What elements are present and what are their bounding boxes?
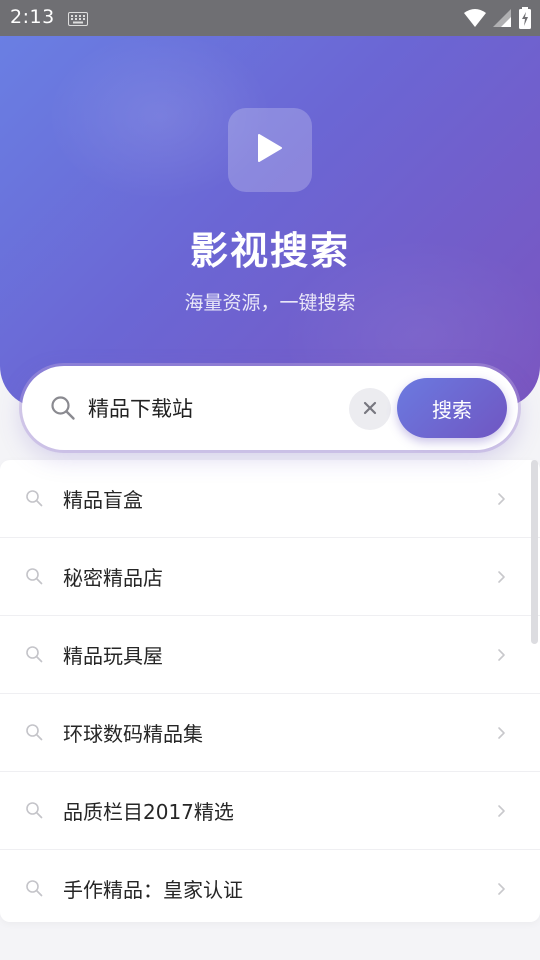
search-bar: 搜索 [22, 366, 518, 450]
page-title: 影视搜索 [189, 229, 350, 273]
suggestion-label: 品质栏目2017精选 [63, 800, 234, 824]
search-icon [50, 395, 76, 425]
search-button[interactable]: 搜索 [397, 378, 507, 438]
status-time: 2:13 [10, 6, 55, 28]
chevron-right-icon [497, 881, 506, 900]
suggestion-label: 秘密精品店 [63, 566, 163, 590]
status-icons [464, 7, 532, 33]
status-bar: 2:13 [0, 0, 540, 36]
signal-icon [492, 8, 512, 32]
chevron-right-icon [497, 491, 506, 510]
suggestion-list: 精品盲盒 秘密精品店 精品玩具屋 环球数码精品集 品质栏目2017精选 手作精品… [0, 460, 540, 922]
search-icon [25, 801, 43, 823]
screen: 2:13 影视搜索 海量资源，一键搜索 精品下载站 搜索 精品盲盒 秘密精品店 … [0, 0, 540, 960]
chevron-right-icon [497, 725, 506, 744]
chevron-right-icon [497, 569, 506, 588]
app-logo [228, 108, 312, 192]
suggestion-item[interactable]: 精品盲盒 [0, 460, 540, 538]
suggestion-label: 精品玩具屋 [63, 644, 163, 668]
suggestion-label: 环球数码精品集 [63, 722, 203, 746]
search-icon [25, 723, 43, 745]
suggestion-item[interactable]: 品质栏目2017精选 [0, 772, 540, 850]
suggestion-item[interactable]: 精品玩具屋 [0, 616, 540, 694]
clear-search-button[interactable] [349, 388, 391, 430]
chevron-right-icon [497, 803, 506, 822]
scrollbar[interactable] [531, 460, 538, 644]
keyboard-icon [68, 11, 88, 30]
chevron-right-icon [497, 647, 506, 666]
search-input[interactable] [88, 388, 348, 428]
suggestion-label: 手作精品：皇家认证 [63, 878, 243, 902]
search-icon [25, 489, 43, 511]
search-icon [25, 645, 43, 667]
suggestion-item[interactable]: 环球数码精品集 [0, 694, 540, 772]
page-subtitle: 海量资源，一键搜索 [184, 292, 356, 314]
suggestion-item[interactable]: 秘密精品店 [0, 538, 540, 616]
play-icon [257, 134, 283, 166]
suggestion-label: 精品盲盒 [63, 488, 143, 512]
suggestion-item[interactable]: 手作精品：皇家认证 [0, 850, 540, 922]
hero-header: 影视搜索 海量资源，一键搜索 [0, 36, 540, 408]
battery-icon [518, 7, 532, 33]
close-icon [363, 400, 377, 419]
search-icon [25, 879, 43, 901]
search-icon [25, 567, 43, 589]
wifi-icon [464, 8, 486, 32]
